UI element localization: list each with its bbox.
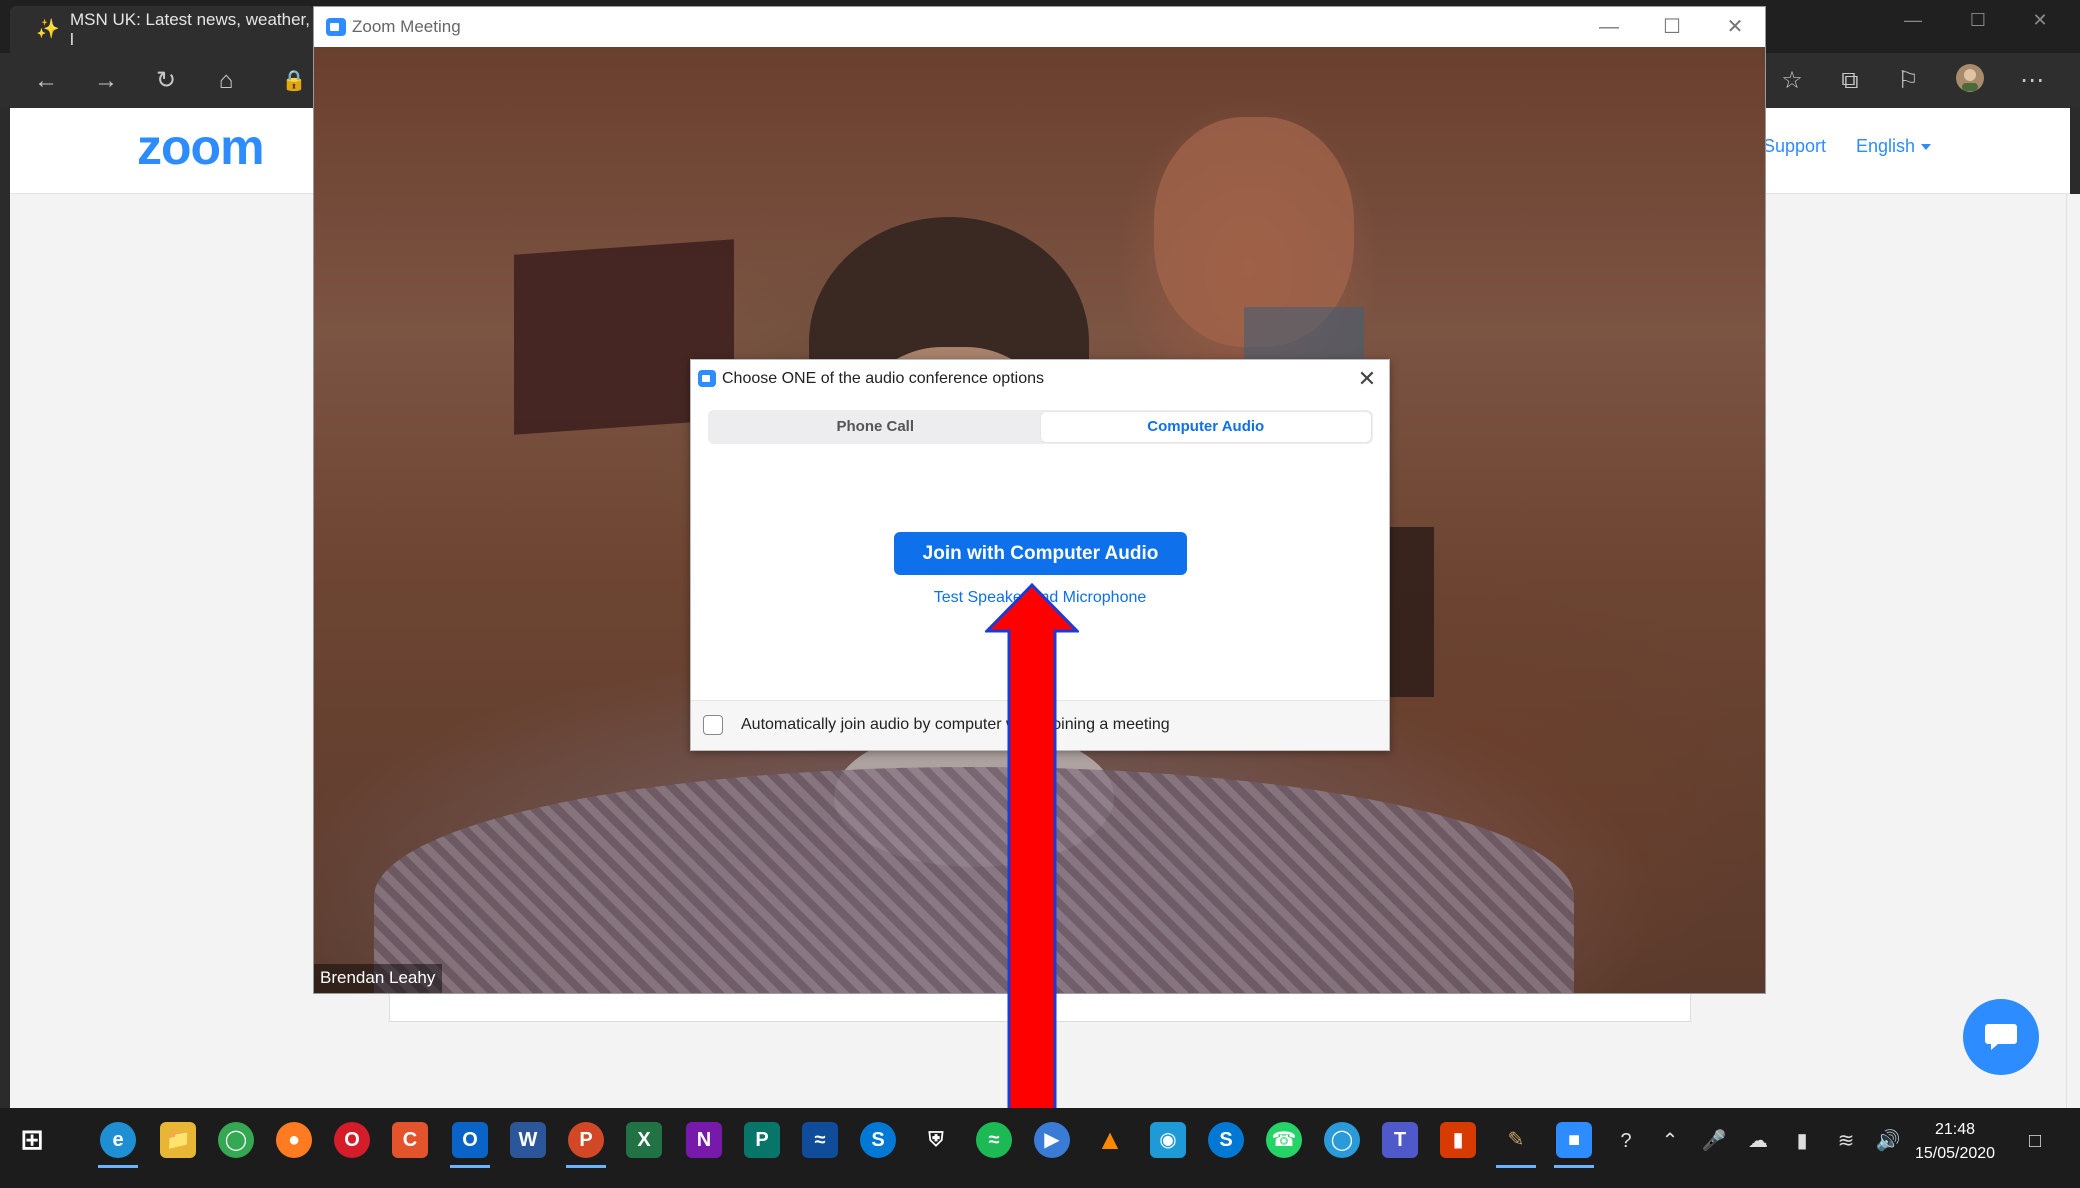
edge-icon[interactable]: e [100, 1122, 136, 1158]
spotify-icon[interactable]: ≈ [976, 1122, 1012, 1158]
powerpoint-active-indicator [566, 1165, 606, 1168]
annotation-arrow-icon [985, 583, 1079, 1188]
powerpoint-icon[interactable]: P [568, 1122, 604, 1158]
outlook-active-indicator [450, 1165, 490, 1168]
word-icon[interactable]: W [510, 1122, 546, 1158]
tab-phone-call[interactable]: Phone Call [710, 412, 1041, 442]
windows-start-icon[interactable]: ⊞ [14, 1122, 50, 1158]
help-icon[interactable]: ? [1611, 1126, 1641, 1156]
home-icon[interactable]: ⌂ [208, 63, 244, 99]
browser-tab-title: MSN UK: Latest news, weather, l [70, 9, 310, 49]
wifi-icon[interactable]: ≋ [1831, 1126, 1861, 1156]
firefox-icon[interactable]: ● [276, 1122, 312, 1158]
close-icon[interactable]: ✕ [1353, 365, 1381, 393]
zoom-window-titlebar: Zoom Meeting — ☐ ✕ [314, 7, 1765, 47]
refresh-icon[interactable]: ↻ [148, 63, 184, 99]
whatsapp-icon[interactable]: ☎ [1266, 1122, 1302, 1158]
caret-down-icon [1921, 144, 1932, 151]
onenote-icon[interactable]: N [686, 1122, 722, 1158]
forward-icon[interactable]: → [88, 63, 124, 99]
auto-join-label: Automatically join audio by computer whe… [741, 716, 1170, 733]
zoom-logo[interactable]: zoom [137, 118, 265, 176]
browser-tab-msn[interactable]: ✨ MSN UK: Latest news, weather, l [10, 6, 315, 53]
zoom-taskbar-icon[interactable]: ■ [1556, 1122, 1592, 1158]
battery-icon[interactable]: ▮ [1787, 1126, 1817, 1156]
ccleaner-icon[interactable]: C [392, 1122, 428, 1158]
join-computer-audio-button[interactable]: Join with Computer Audio [894, 532, 1187, 575]
msn-icon: ✨ [36, 19, 60, 40]
excel-icon[interactable]: X [626, 1122, 662, 1158]
security-shield-icon[interactable]: ⛨ [918, 1122, 954, 1158]
publisher-icon[interactable]: P [744, 1122, 780, 1158]
page-scrollbar[interactable] [2066, 194, 2080, 1108]
zoom-minimize-button[interactable]: — [1579, 13, 1639, 41]
skype-icon[interactable]: S [860, 1122, 896, 1158]
chevron-up-icon[interactable]: ⌃ [1655, 1126, 1685, 1156]
volume-icon[interactable]: 🔊 [1873, 1126, 1903, 1156]
back-icon[interactable]: ← [28, 63, 64, 99]
dialog-titlebar: Choose ONE of the audio conference optio… [691, 360, 1389, 398]
participant-name-label: Brendan Leahy [314, 964, 443, 993]
clock-time: 21:48 [1934, 1121, 1976, 1138]
teams-icon[interactable]: T [1382, 1122, 1418, 1158]
lock-icon[interactable]: 🔒 [276, 63, 312, 99]
audio-tab-bar: Phone Call Computer Audio [708, 410, 1373, 444]
feedback-icon[interactable]: ⚐ [1890, 63, 1926, 99]
zoom-close-button[interactable]: ✕ [1705, 13, 1765, 41]
favorites-icon[interactable]: ☆ [1774, 63, 1810, 99]
app-icon-blue[interactable]: ▶ [1034, 1122, 1070, 1158]
taskbar-clock[interactable]: 21:48 15/05/2020 [1905, 1118, 2005, 1166]
zoom-active-indicator [1554, 1165, 1594, 1168]
language-selector[interactable]: English [1856, 136, 1932, 157]
outlook-icon[interactable]: O [452, 1122, 488, 1158]
skype-business-icon[interactable]: S [1208, 1122, 1244, 1158]
chat-button[interactable] [1963, 999, 2039, 1075]
language-label: English [1856, 136, 1916, 156]
onedrive-icon[interactable]: ☁ [1743, 1126, 1773, 1156]
whiteboard-icon[interactable]: ≈ [802, 1122, 838, 1158]
browser-maximize-button[interactable]: ☐ [1948, 6, 2008, 34]
map-app-icon[interactable]: ◉ [1150, 1122, 1186, 1158]
file-explorer-icon[interactable]: 📁 [160, 1122, 196, 1158]
paint-icon[interactable]: ✎ [1498, 1122, 1534, 1158]
notifications-icon[interactable]: □ [2020, 1126, 2050, 1156]
collections-icon[interactable]: ⧉ [1832, 63, 1868, 99]
office-icon[interactable]: ▮ [1440, 1122, 1476, 1158]
profile-avatar[interactable] [1952, 63, 1988, 99]
opera-icon[interactable]: O [334, 1122, 370, 1158]
browser-app-icon[interactable]: ◯ [1324, 1122, 1360, 1158]
support-link[interactable]: Support [1763, 136, 1826, 157]
tab-computer-audio[interactable]: Computer Audio [1040, 412, 1371, 442]
chrome-icon[interactable]: ◯ [218, 1122, 254, 1158]
zoom-app-icon [326, 18, 346, 36]
clock-date: 15/05/2020 [1914, 1145, 1996, 1162]
zoom-window-title: Zoom Meeting [352, 17, 461, 36]
zoom-app-icon [698, 370, 716, 387]
edge-active-indicator [98, 1165, 138, 1168]
browser-minimize-button[interactable]: — [1883, 6, 1943, 34]
microphone-icon[interactable]: 🎤 [1699, 1126, 1729, 1156]
paint-active-indicator [1496, 1165, 1536, 1168]
chat-icon [1985, 1024, 2017, 1050]
browser-close-button[interactable]: ✕ [2010, 6, 2070, 34]
auto-join-checkbox[interactable] [703, 715, 723, 735]
vlc-icon[interactable]: ▲ [1092, 1122, 1128, 1158]
video-shirt [374, 767, 1574, 993]
more-menu-icon[interactable]: ⋯ [2014, 63, 2050, 99]
dialog-title: Choose ONE of the audio conference optio… [722, 370, 1044, 387]
zoom-maximize-button[interactable]: ☐ [1642, 13, 1702, 41]
